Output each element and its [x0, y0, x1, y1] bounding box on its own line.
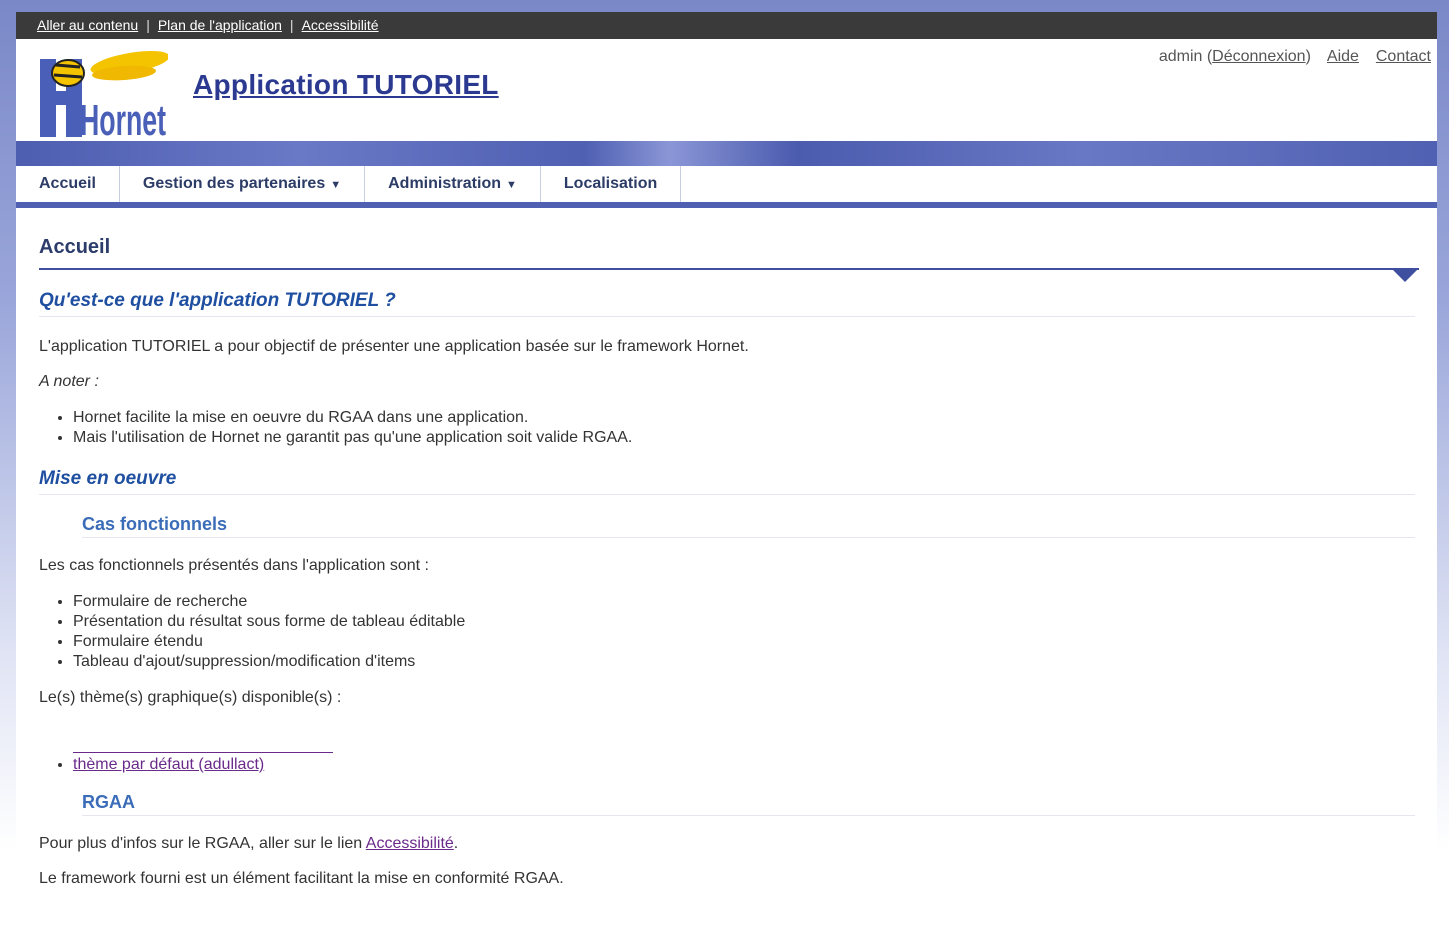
nav-item-accueil[interactable]: Accueil [16, 166, 120, 202]
default-theme-link[interactable]: thème par défaut (adullact) [73, 756, 264, 773]
theme-preview-line [73, 752, 333, 753]
list-item: Hornet facilite la mise en oeuvre du RGA… [73, 408, 1415, 428]
app-title-link[interactable]: Application TUTORIEL [193, 69, 499, 101]
logout-link[interactable]: Déconnexion [1212, 48, 1305, 65]
themes-list: thème par défaut (adullact) [39, 755, 1415, 775]
rgaa-framework-text: Le framework fourni est un élément facil… [39, 870, 564, 887]
accessibility-link[interactable]: Accessibilité [302, 17, 379, 33]
themes-label: Le(s) thème(s) graphique(s) disponible(s… [39, 689, 342, 706]
rgaa-info-prefix: Pour plus d'infos sur le RGAA, aller sur… [39, 835, 366, 852]
header: Hornet Application TUTORIEL admin (Décon… [16, 39, 1437, 141]
nav-item-localisation[interactable]: Localisation [541, 166, 682, 202]
help-link[interactable]: Aide [1327, 48, 1359, 65]
triangle-down-icon [1391, 268, 1419, 282]
list-item: Formulaire étendu [73, 632, 1415, 652]
page-title: Accueil [39, 236, 111, 258]
username: admin [1158, 48, 1203, 65]
paren-close: ) [1305, 48, 1311, 65]
list-item: Formulaire de recherche [73, 592, 1415, 612]
page-container: Aller au contenu | Plan de l'application | A… [16, 12, 1437, 943]
rgaa-info-text: Pour plus d'infos sur le RGAA, aller sur… [39, 835, 1415, 853]
section-heading-mise-en-oeuvre: Mise en oeuvre [39, 468, 1415, 495]
list-item: Tableau d'ajout/suppression/modification… [73, 652, 1415, 672]
note-label: A noter : [39, 373, 99, 390]
cases-intro: Les cas fonctionnels présentés dans l'ap… [39, 557, 429, 574]
caret-down-icon: ▼ [330, 179, 342, 191]
caret-down-icon: ▼ [506, 179, 517, 191]
user-links: admin (Déconnexion) Aide Contact [1159, 48, 1431, 66]
accessibility-inline-link[interactable]: Accessibilité [366, 835, 454, 852]
header-banner [16, 141, 1437, 166]
hornet-logo[interactable]: Hornet [38, 47, 168, 139]
nav-item-label: Accueil [39, 175, 96, 192]
list-item: Mais l'utilisation de Hornet ne garantit… [73, 428, 1415, 448]
rgaa-info-suffix: . [453, 835, 459, 852]
cases-list: Formulaire de recherche Présentation du … [39, 592, 1415, 672]
nav-item-label: Gestion des partenaires [142, 175, 326, 192]
subheading-rgaa: RGAA [82, 792, 1415, 816]
nav-item-label: Localisation [563, 175, 658, 192]
nav-item-label: Administration [388, 175, 501, 192]
sitemap-link[interactable]: Plan de l'application [158, 17, 282, 33]
main-navigation: Accueil Gestion des partenaires ▼ Adminis… [16, 166, 1437, 208]
main-content: Accueil Qu'est-ce que l'application TUTO… [16, 236, 1437, 888]
subheading-cas-fonctionnels: Cas fonctionnels [82, 514, 1415, 538]
title-divider [39, 268, 1419, 282]
intro-text: L'application TUTORIEL a pour objectif d… [39, 338, 749, 355]
contact-link[interactable]: Contact [1376, 48, 1431, 65]
list-item: Présentation du résultat sous forme de t… [73, 612, 1415, 632]
skip-links-bar: Aller au contenu | Plan de l'application | A… [16, 12, 1437, 39]
svg-text:Hornet: Hornet [80, 96, 166, 139]
nav-item-gestion-partenaires[interactable]: Gestion des partenaires ▼ [120, 166, 366, 202]
note-list: Hornet facilite la mise en oeuvre du RGA… [39, 408, 1415, 448]
section-heading-tutoriel: Qu'est-ce que l'application TUTORIEL ? [39, 290, 1415, 317]
nav-item-administration[interactable]: Administration ▼ [365, 166, 541, 202]
list-item: thème par défaut (adullact) [73, 755, 1415, 775]
separator: | [289, 17, 294, 33]
skip-to-content-link[interactable]: Aller au contenu [37, 17, 138, 33]
separator: | [146, 17, 150, 33]
